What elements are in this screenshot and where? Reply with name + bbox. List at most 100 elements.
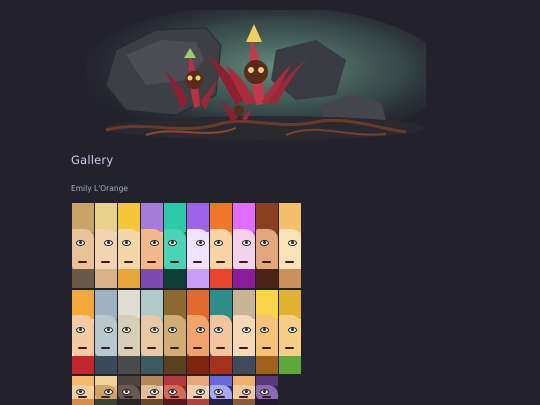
thumbnail-hair <box>210 203 232 232</box>
thumbnail-clothing <box>72 269 94 288</box>
gallery-thumbnail[interactable] <box>141 376 163 405</box>
gallery-thumbnail[interactable] <box>118 203 140 288</box>
gallery-thumbnail[interactable] <box>95 203 117 288</box>
thumbnail-clothing <box>279 355 301 374</box>
thumbnail-hair <box>118 203 140 232</box>
gallery-thumbnail[interactable] <box>141 290 163 374</box>
thumbnail-clothing <box>72 399 94 405</box>
gallery-thumbnail[interactable] <box>164 290 186 374</box>
thumbnail-eye <box>260 326 269 333</box>
thumbnail-clothing <box>118 355 140 374</box>
gallery-thumbnail[interactable] <box>164 376 186 405</box>
thumbnail-eye <box>288 326 297 333</box>
gallery-thumbnail[interactable] <box>118 376 140 405</box>
thumbnail-face <box>95 315 117 358</box>
artist-name[interactable]: Emily L'Orange <box>71 184 128 193</box>
gallery-thumbnail[interactable] <box>210 203 232 288</box>
thumbnail-mouth <box>239 260 248 263</box>
thumbnail-clothing <box>187 269 209 288</box>
thumbnail-hair <box>141 203 163 232</box>
gallery-thumbnail[interactable] <box>187 376 209 405</box>
thumbnail-mouth <box>193 347 202 350</box>
thumbnail-clothing <box>210 399 232 405</box>
thumbnail-mouth <box>216 347 225 350</box>
thumbnail-clothing <box>164 269 186 288</box>
gallery-thumbnail[interactable] <box>141 203 163 288</box>
thumbnail-mouth <box>78 347 87 350</box>
thumbnail-hair <box>256 203 278 232</box>
gallery-thumbnail[interactable] <box>279 290 301 374</box>
gallery-thumbnail[interactable] <box>233 203 255 288</box>
thumbnail-face <box>233 315 255 358</box>
thumbnail-mouth <box>124 260 133 263</box>
thumbnail-face <box>210 228 232 271</box>
thumbnail-clothing <box>141 269 163 288</box>
gallery-heading: Gallery <box>71 153 114 167</box>
thumbnail-mouth <box>216 260 225 263</box>
gallery-thumbnail[interactable] <box>279 203 301 288</box>
flower-creature-illustration <box>86 10 426 145</box>
thumbnail-clothing <box>279 269 301 288</box>
thumbnail-mouth <box>193 260 202 263</box>
gallery-thumbnail[interactable] <box>210 376 232 405</box>
thumbnail-eye <box>196 326 205 333</box>
gallery-thumbnail[interactable] <box>256 290 278 374</box>
thumbnail-eye <box>242 326 251 333</box>
thumbnail-mouth <box>101 347 110 350</box>
thumbnail-mouth <box>170 260 179 263</box>
thumbnail-clothing <box>210 269 232 288</box>
thumbnail-clothing <box>233 269 255 288</box>
thumbnail-clothing <box>95 269 117 288</box>
thumbnail-face <box>118 315 140 358</box>
gallery-thumbnail[interactable] <box>233 376 255 405</box>
thumbnail-clothing <box>256 269 278 288</box>
gallery-row <box>72 290 302 374</box>
thumbnail-clothing <box>141 355 163 374</box>
thumbnail-clothing <box>118 269 140 288</box>
thumbnail-clothing <box>256 355 278 374</box>
thumbnail-face <box>256 228 278 271</box>
gallery-thumbnail[interactable] <box>256 203 278 288</box>
thumbnail-eye <box>76 326 85 333</box>
thumbnail-face <box>256 315 278 358</box>
thumbnail-hair <box>164 203 186 232</box>
thumbnail-clothing <box>187 355 209 374</box>
thumbnail-eye <box>150 326 159 333</box>
thumbnail-clothing <box>233 399 255 405</box>
thumbnail-face <box>118 228 140 271</box>
thumbnail-mouth <box>285 347 294 350</box>
gallery-thumbnail[interactable] <box>187 290 209 374</box>
thumbnail-face <box>72 315 94 358</box>
thumbnail-clothing <box>164 399 186 405</box>
thumbnail-clothing <box>164 355 186 374</box>
thumbnail-mouth <box>239 347 248 350</box>
thumbnail-clothing <box>210 355 232 374</box>
thumbnail-mouth <box>262 347 271 350</box>
thumbnail-face <box>141 315 163 358</box>
gallery-thumbnail[interactable] <box>72 376 94 405</box>
gallery-thumbnail[interactable] <box>95 376 117 405</box>
thumbnail-hair <box>279 203 301 232</box>
thumbnail-face <box>95 228 117 271</box>
gallery-thumbnail[interactable] <box>164 203 186 288</box>
gallery-thumbnail[interactable] <box>95 290 117 374</box>
thumbnail-clothing <box>95 355 117 374</box>
thumbnail-face <box>233 228 255 271</box>
thumbnail-hair <box>72 203 94 232</box>
gallery-thumbnail[interactable] <box>118 290 140 374</box>
thumbnail-clothing <box>233 355 255 374</box>
thumbnail-clothing <box>95 399 117 405</box>
thumbnail-face <box>187 228 209 271</box>
gallery-thumbnail[interactable] <box>256 376 278 405</box>
thumbnail-clothing <box>141 399 163 405</box>
gallery-thumbnail[interactable] <box>187 203 209 288</box>
thumbnail-hair <box>233 203 255 232</box>
gallery-thumbnail[interactable] <box>72 203 94 288</box>
thumbnail-clothing <box>118 399 140 405</box>
thumbnail-hair <box>95 203 117 232</box>
gallery-thumbnail[interactable] <box>210 290 232 374</box>
thumbnail-face <box>279 228 301 271</box>
gallery-thumbnail[interactable] <box>233 290 255 374</box>
thumbnail-mouth <box>285 260 294 263</box>
gallery-thumbnail[interactable] <box>72 290 94 374</box>
